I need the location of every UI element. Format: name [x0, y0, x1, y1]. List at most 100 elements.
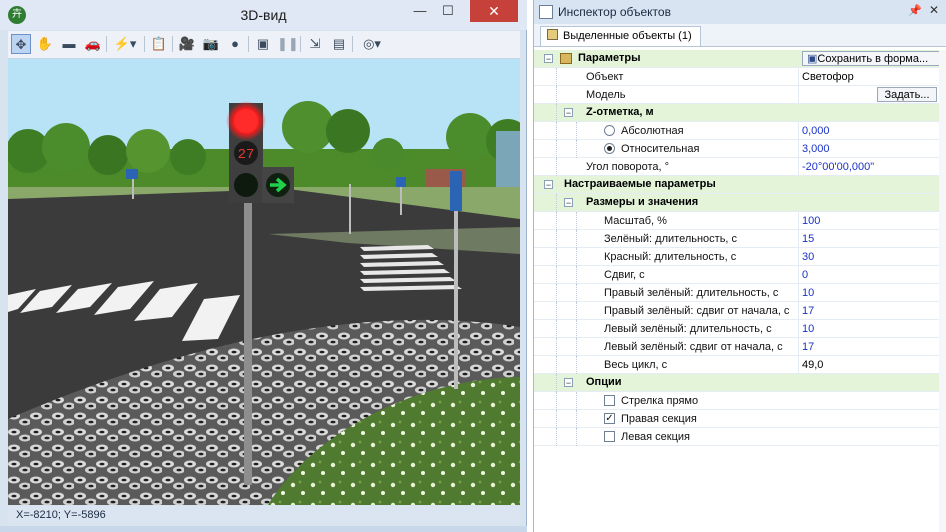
property-label: Левый зелёный: сдвиг от начала, с [604, 341, 783, 353]
tree-line [556, 248, 558, 266]
property-value[interactable]: 10 [802, 323, 814, 335]
property-value[interactable]: 100 [802, 215, 820, 227]
tree-line [576, 392, 578, 410]
inspector-titlebar[interactable]: Инспектор объектов 📌 ✕ [534, 0, 946, 24]
property-row-rotation[interactable]: Угол поворота, ° -20°00'00,000" [534, 158, 946, 176]
option-row-left-section[interactable]: Левая секция [534, 428, 946, 446]
pause-icon[interactable]: ❚❚ [277, 34, 299, 54]
render-icon[interactable]: ▣ [253, 34, 273, 54]
property-row-object[interactable]: Объект Светофор [534, 68, 946, 86]
inspector-scrollbar[interactable] [939, 50, 946, 532]
3d-view-window: 卉 3D-вид — ☐ ✕ ✥ ✋ ▬ 🚗 ⚡▾ 📋 🎥 📷 ● ▣ ❚❚ ⇲… [0, 0, 527, 532]
property-row-red-duration[interactable]: Красный: длительность, с 30 [534, 248, 946, 266]
column-divider [798, 212, 799, 230]
right-section-checkbox[interactable]: ✓ [604, 413, 615, 424]
tree-line [576, 248, 578, 266]
straight-arrow-checkbox[interactable] [604, 395, 615, 406]
collapse-icon[interactable]: − [544, 180, 553, 190]
property-value[interactable]: 0 [802, 269, 808, 281]
category-parameters[interactable]: − Параметры ▣Сохранить в форма... [534, 50, 946, 68]
hand-pan-icon[interactable]: ✋ [35, 34, 55, 54]
collapse-icon[interactable]: − [544, 54, 553, 64]
option-row-straight-arrow[interactable]: Стрелка прямо [534, 392, 946, 410]
property-row-green-duration[interactable]: Зелёный: длительность, с 15 [534, 230, 946, 248]
tab-label: Выделенные объекты (1) [563, 30, 692, 42]
property-value[interactable]: 0,000 [802, 125, 830, 137]
export-icon[interactable]: ⇲ [305, 34, 325, 54]
left-section-checkbox[interactable] [604, 431, 615, 442]
column-divider [798, 122, 799, 140]
collapse-icon[interactable]: − [564, 108, 573, 118]
flash-dropdown-icon[interactable]: ⚡▾ [111, 34, 139, 54]
objects-icon [547, 29, 558, 40]
column-divider [798, 158, 799, 176]
column-divider [798, 338, 799, 356]
property-value[interactable]: 3,000 [802, 143, 830, 155]
property-label: Абсолютная [621, 125, 684, 137]
property-row-model[interactable]: Модель Задать... [534, 86, 946, 104]
relative-radio[interactable] [604, 143, 615, 154]
collapse-icon[interactable]: − [564, 378, 573, 388]
property-value: 49,0 [802, 359, 824, 371]
property-label: Относительная [621, 143, 700, 155]
option-label: Стрелка прямо [621, 395, 699, 407]
move-icon[interactable]: ✥ [11, 34, 31, 54]
property-value[interactable]: 15 [802, 233, 814, 245]
property-row-shift[interactable]: Сдвиг, с 0 [534, 266, 946, 284]
absolute-radio[interactable] [604, 125, 615, 136]
window-titlebar[interactable]: 卉 3D-вид — ☐ ✕ [0, 0, 527, 30]
tab-selected-objects[interactable]: Выделенные объекты (1) [540, 26, 701, 46]
tree-line [556, 104, 558, 122]
property-row-left-green-duration[interactable]: Левый зелёный: длительность, с 10 [534, 320, 946, 338]
tree-line [556, 212, 558, 230]
property-row-full-cycle[interactable]: Весь цикл, с 49,0 [534, 356, 946, 374]
category-z-elevation[interactable]: − Z-отметка, м [534, 104, 946, 122]
tree-line [556, 410, 558, 428]
property-row-right-green-duration[interactable]: Правый зелёный: длительность, с 10 [534, 284, 946, 302]
toolbar-separator [172, 36, 173, 52]
collapse-icon[interactable]: − [564, 198, 573, 208]
option-row-right-section[interactable]: ✓ Правая секция [534, 410, 946, 428]
close-button[interactable]: ✕ [470, 0, 518, 22]
property-value[interactable]: 17 [802, 341, 814, 353]
3d-scene-viewport[interactable]: 27 [8, 59, 520, 505]
traffic-light-pole [244, 179, 252, 485]
category-custom-parameters[interactable]: − Настраиваемые параметры [534, 176, 946, 194]
window-bottom-border [0, 526, 527, 532]
close-icon[interactable]: ✕ [929, 3, 939, 17]
tree-line [556, 320, 558, 338]
tree-line [556, 158, 558, 176]
compass-icon[interactable]: ◎▾ [357, 34, 387, 54]
set-model-button[interactable]: Задать... [877, 87, 937, 102]
property-value[interactable]: -20°00'00,000" [802, 161, 874, 173]
column-divider [798, 248, 799, 266]
property-row-scale[interactable]: Масштаб, % 100 [534, 212, 946, 230]
save-view-icon[interactable]: ▤ [329, 34, 349, 54]
category-sizes-values[interactable]: − Размеры и значения [534, 194, 946, 212]
camera-fly-icon[interactable]: ▬ [59, 34, 79, 54]
category-options[interactable]: − Опции [534, 374, 946, 392]
tree-line [576, 284, 578, 302]
property-value[interactable]: 17 [802, 305, 814, 317]
category-label: Z-отметка, м [586, 106, 654, 118]
property-row-right-green-shift[interactable]: Правый зелёный: сдвиг от начала, с 17 [534, 302, 946, 320]
palette-icon[interactable]: ● [225, 34, 245, 54]
property-row-absolute[interactable]: Абсолютная 0,000 [534, 122, 946, 140]
maximize-button[interactable]: ☐ [432, 0, 464, 22]
property-row-relative[interactable]: Относительная 3,000 [534, 140, 946, 158]
property-row-left-green-shift[interactable]: Левый зелёный: сдвиг от начала, с 17 [534, 338, 946, 356]
column-divider [798, 284, 799, 302]
property-value[interactable]: 30 [802, 251, 814, 263]
3d-scene: 27 [8, 59, 520, 505]
car-icon[interactable]: 🚗 [83, 34, 103, 54]
camera-record-icon[interactable]: 🎥 [177, 34, 197, 54]
camera-photo-icon[interactable]: 📷 [201, 34, 221, 54]
toolbar-separator [144, 36, 145, 52]
tree-line [556, 428, 558, 446]
property-value[interactable]: 10 [802, 287, 814, 299]
clipboard-icon[interactable]: 📋 [149, 34, 169, 54]
save-to-format-button[interactable]: ▣Сохранить в форма... [802, 51, 940, 66]
tree-line [576, 320, 578, 338]
tree-line [576, 230, 578, 248]
pin-icon[interactable]: 📌 [908, 4, 922, 17]
